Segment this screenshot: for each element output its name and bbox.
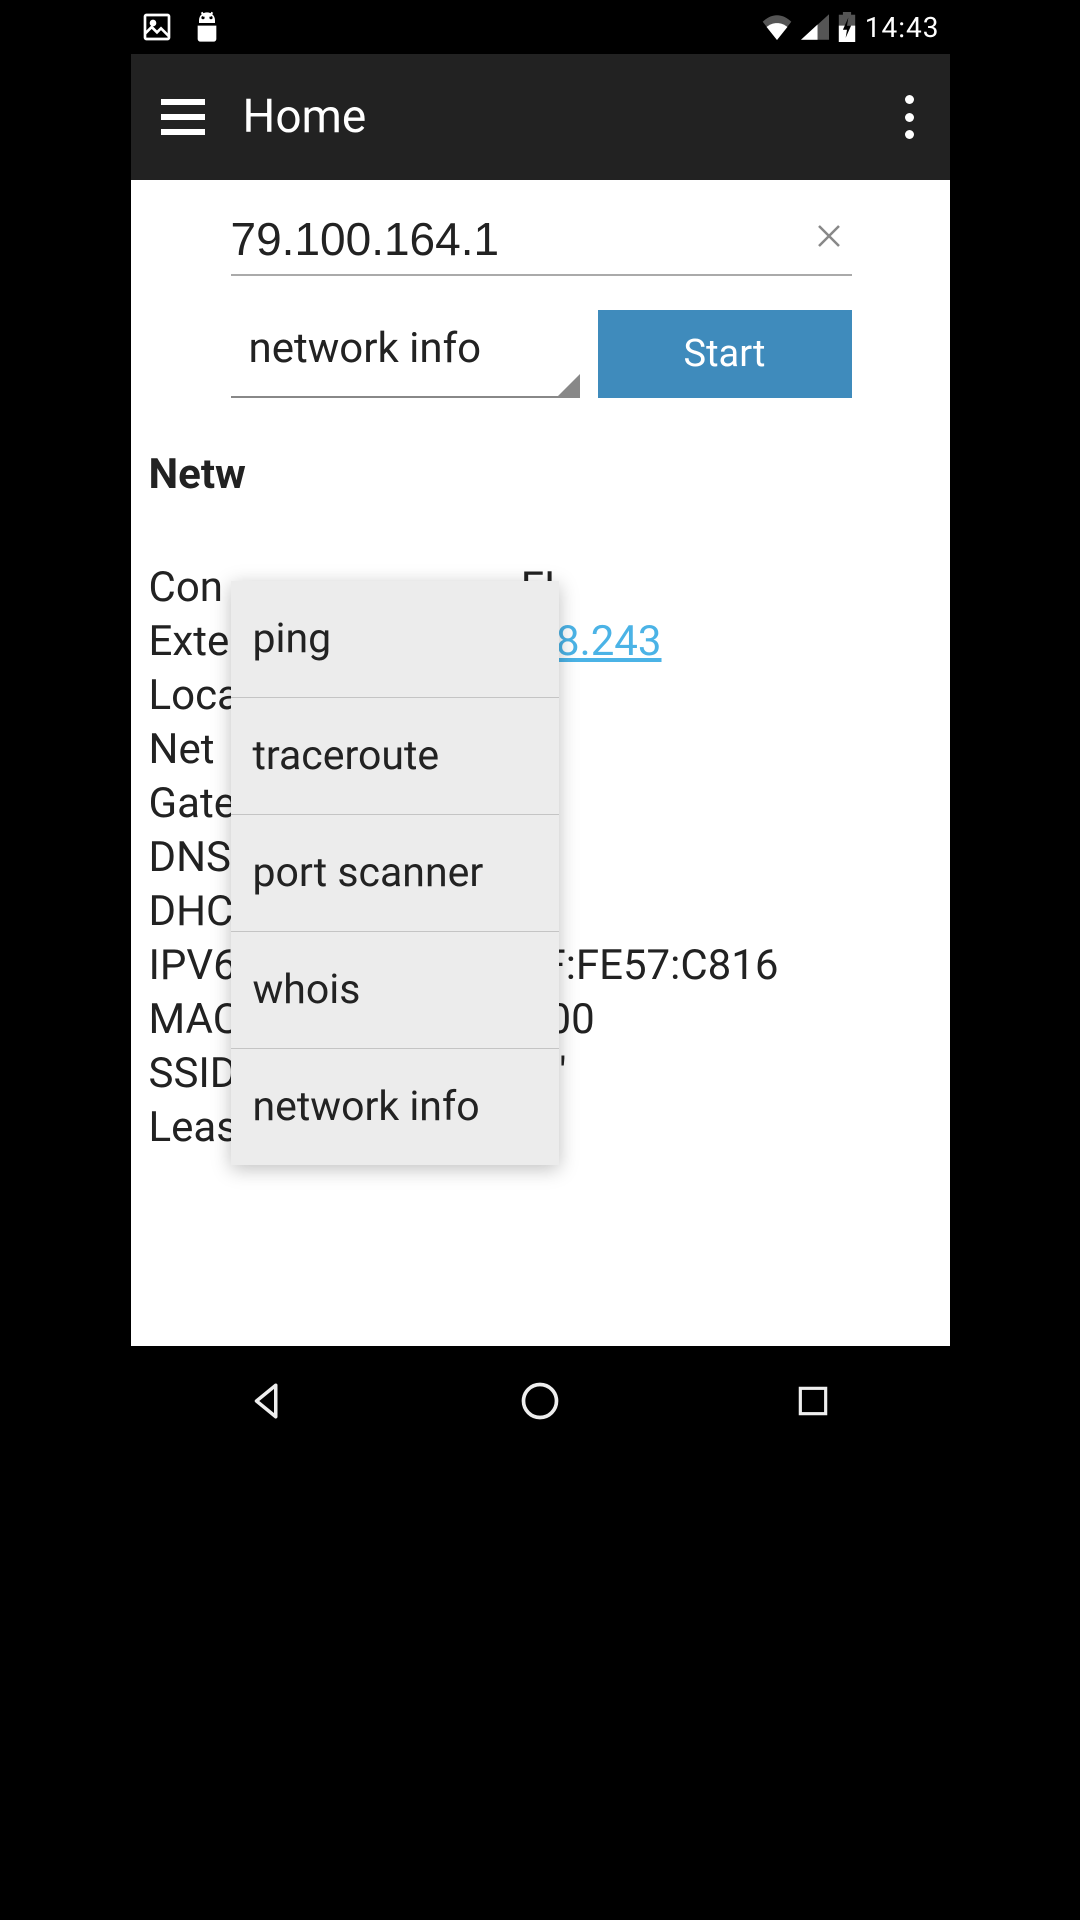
tool-dropdown: ping traceroute port scanner whois netwo…: [231, 581, 559, 1165]
dropdown-item-network-info[interactable]: network info: [231, 1049, 559, 1165]
start-button[interactable]: Start: [598, 310, 852, 398]
main-content: network info Start Netw Connection type:…: [131, 180, 950, 1346]
image-icon: [141, 11, 173, 43]
status-left-icons: [141, 9, 223, 45]
system-nav-bar: [131, 1346, 950, 1456]
hamburger-menu-icon[interactable]: [161, 99, 205, 135]
dropdown-item-whois[interactable]: whois: [231, 932, 559, 1049]
android-debug-icon: [191, 9, 223, 45]
status-right-icons: 14:43: [761, 11, 940, 44]
clear-input-icon[interactable]: [814, 218, 844, 260]
section-title: Netw: [149, 450, 932, 499]
overflow-menu-icon[interactable]: [900, 95, 920, 139]
dropdown-item-traceroute[interactable]: traceroute: [231, 698, 559, 815]
control-row: network info Start: [231, 310, 852, 398]
cell-signal-icon: [801, 14, 829, 40]
page-title: Home: [243, 90, 367, 144]
status-clock: 14:43: [865, 11, 940, 44]
ip-input-row: [231, 212, 852, 276]
app-action-bar: Home: [131, 54, 950, 180]
battery-charging-icon: [837, 12, 857, 42]
status-bar: 14:43: [131, 0, 950, 54]
dropdown-item-ping[interactable]: ping: [231, 581, 559, 698]
host-input[interactable]: [231, 212, 759, 266]
tool-selector-spinner[interactable]: network info: [231, 310, 580, 398]
recents-button[interactable]: [783, 1371, 843, 1431]
wifi-icon: [761, 14, 793, 40]
spinner-arrow-icon: [558, 374, 580, 396]
back-button[interactable]: [237, 1371, 297, 1431]
home-button[interactable]: [510, 1371, 570, 1431]
dropdown-item-port-scanner[interactable]: port scanner: [231, 815, 559, 932]
spinner-selected-label: network info: [249, 324, 482, 373]
